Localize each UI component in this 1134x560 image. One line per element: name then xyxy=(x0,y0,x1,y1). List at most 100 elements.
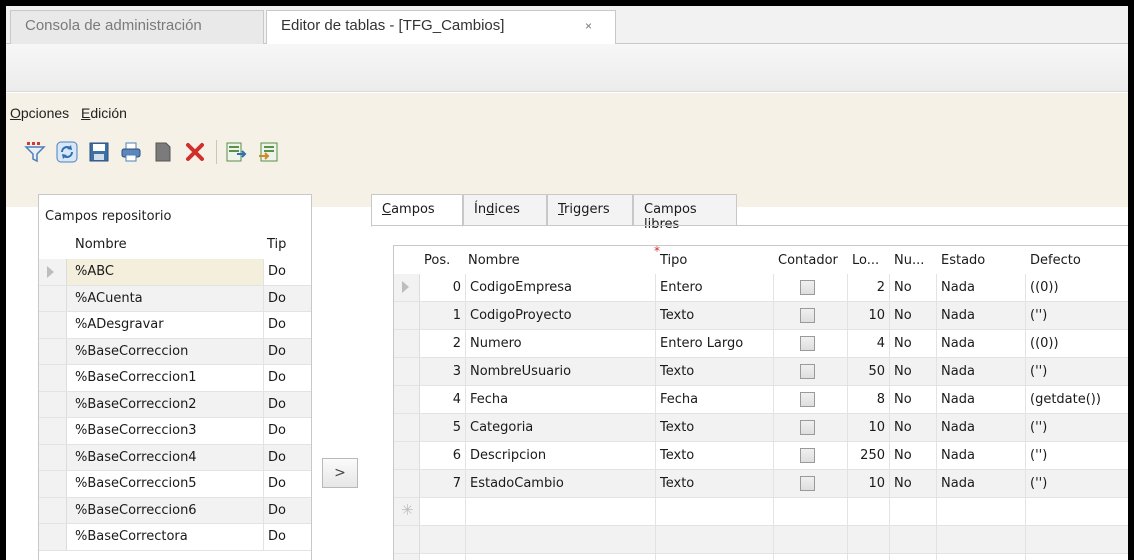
table-row[interactable]: 6 Descripcion Texto 250 No Nada ('') xyxy=(394,442,1128,470)
cell-tipo[interactable]: Fecha xyxy=(656,386,774,413)
save-icon[interactable] xyxy=(86,139,112,165)
contador-checkbox[interactable] xyxy=(800,280,815,295)
cell-estado[interactable]: Nada xyxy=(937,386,1026,413)
cell-pos[interactable]: 5 xyxy=(420,414,466,441)
cell-contador[interactable] xyxy=(774,330,848,357)
cell-defecto[interactable]: (getdate()) xyxy=(1026,386,1128,413)
cell-estado[interactable]: Nada xyxy=(937,302,1026,329)
tab-consola-administracion[interactable]: Consola de administración xyxy=(10,10,264,44)
column-header-tipo[interactable]: Tip xyxy=(267,237,286,252)
column-header-nombre[interactable]: Nombre xyxy=(468,253,520,268)
cell-nombre[interactable]: Fecha xyxy=(466,386,656,413)
cell-nulos[interactable]: No xyxy=(890,274,937,301)
contador-checkbox[interactable] xyxy=(800,364,815,379)
cell-longitud[interactable]: 4 xyxy=(848,330,890,357)
table-row[interactable]: 3 NombreUsuario Texto 50 No Nada ('') xyxy=(394,358,1128,386)
table-row[interactable]: 2 Numero Entero Largo 4 No Nada ((0)) xyxy=(394,330,1128,358)
cell-contador[interactable] xyxy=(774,274,848,301)
cell-longitud[interactable]: 10 xyxy=(848,302,890,329)
cell-nulos[interactable]: No xyxy=(890,358,937,385)
column-header-pos[interactable]: Pos. xyxy=(424,253,450,268)
column-header-nombre[interactable]: Nombre xyxy=(75,237,127,252)
table-row[interactable]: 5 Categoria Texto 10 No Nada ('') xyxy=(394,414,1128,442)
cell-tipo[interactable]: Texto xyxy=(656,414,774,441)
cell-estado[interactable]: Nada xyxy=(937,358,1026,385)
cell-defecto[interactable]: ((0)) xyxy=(1026,330,1128,357)
contador-checkbox[interactable] xyxy=(800,476,815,491)
tab-indices[interactable]: Índices xyxy=(463,194,547,226)
cell-estado[interactable]: Nada xyxy=(937,442,1026,469)
cell-nombre[interactable]: EstadoCambio xyxy=(466,470,656,497)
column-header-estado[interactable]: Estado xyxy=(941,253,985,268)
cell-tipo[interactable]: Texto xyxy=(656,358,774,385)
tab-triggers[interactable]: Triggers xyxy=(547,194,633,226)
cell-tipo[interactable]: Texto xyxy=(656,302,774,329)
cell-contador[interactable] xyxy=(774,386,848,413)
cell-nombre[interactable]: Categoria xyxy=(466,414,656,441)
cell-pos[interactable]: 6 xyxy=(420,442,466,469)
list-item[interactable]: %BaseCorreccion4 Do xyxy=(39,444,311,471)
table-row[interactable]: 0 CodigoEmpresa Entero 2 No Nada ((0)) xyxy=(394,274,1128,302)
new-row[interactable]: ✳ xyxy=(394,498,1128,526)
cell-pos[interactable]: 2 xyxy=(420,330,466,357)
list-item[interactable]: %BaseCorreccion Do xyxy=(39,338,311,365)
contador-checkbox[interactable] xyxy=(800,392,815,407)
cell-contador[interactable] xyxy=(774,470,848,497)
cell-nulos[interactable]: No xyxy=(890,386,937,413)
new-icon[interactable] xyxy=(150,139,176,165)
table-row[interactable]: 1 CodigoProyecto Texto 10 No Nada ('') xyxy=(394,302,1128,330)
cell-defecto[interactable]: ('') xyxy=(1026,442,1128,469)
contador-checkbox[interactable] xyxy=(800,420,815,435)
cell-estado[interactable]: Nada xyxy=(937,414,1026,441)
menu-edicion[interactable]: Edición xyxy=(81,105,127,121)
cell-estado[interactable]: Nada xyxy=(937,274,1026,301)
close-icon[interactable]: × xyxy=(585,11,592,41)
cell-pos[interactable]: 3 xyxy=(420,358,466,385)
cell-pos[interactable]: 0 xyxy=(420,274,466,301)
cell-longitud[interactable]: 250 xyxy=(848,442,890,469)
contador-checkbox[interactable] xyxy=(800,336,815,351)
cell-defecto[interactable]: ('') xyxy=(1026,470,1128,497)
list-item[interactable]: %BaseCorreccion3 Do xyxy=(39,418,311,445)
cell-tipo[interactable]: Entero xyxy=(656,274,774,301)
cell-tipo[interactable]: Texto xyxy=(656,470,774,497)
column-header-contador[interactable]: Contador xyxy=(778,253,838,268)
list-item[interactable]: %BaseCorreccion2 Do xyxy=(39,391,311,418)
table-row[interactable]: 7 EstadoCambio Texto 10 No Nada ('') xyxy=(394,470,1128,498)
cell-pos[interactable]: 1 xyxy=(420,302,466,329)
cell-defecto[interactable]: ('') xyxy=(1026,414,1128,441)
list-item[interactable]: %BaseCorrectora Do xyxy=(39,524,311,551)
cell-nulos[interactable]: No xyxy=(890,442,937,469)
tab-editor-tablas[interactable]: Editor de tablas - [TFG_Cambios] × xyxy=(266,10,616,45)
list-item[interactable]: %ADesgravar Do xyxy=(39,312,311,339)
cell-nombre[interactable]: Descripcion xyxy=(466,442,656,469)
contador-checkbox[interactable] xyxy=(800,308,815,323)
refresh-icon[interactable] xyxy=(54,139,80,165)
menu-opciones[interactable]: Opciones xyxy=(10,105,69,121)
cell-longitud[interactable]: 8 xyxy=(848,386,890,413)
cell-longitud[interactable]: 50 xyxy=(848,358,890,385)
column-header-tipo[interactable]: Tipo xyxy=(660,253,687,268)
cell-estado[interactable]: Nada xyxy=(937,470,1026,497)
cell-nombre[interactable]: Numero xyxy=(466,330,656,357)
delete-icon[interactable] xyxy=(182,139,208,165)
filter-icon[interactable] xyxy=(22,139,48,165)
contador-checkbox[interactable] xyxy=(800,448,815,463)
cell-contador[interactable] xyxy=(774,442,848,469)
list-item[interactable]: %ACuenta Do xyxy=(39,285,311,312)
cell-nombre[interactable]: CodigoProyecto xyxy=(466,302,656,329)
column-header-defecto[interactable]: Defecto xyxy=(1030,253,1081,268)
export-icon[interactable] xyxy=(223,139,249,165)
cell-longitud[interactable]: 10 xyxy=(848,414,890,441)
cell-nulos[interactable]: No xyxy=(890,414,937,441)
import-icon[interactable] xyxy=(255,139,281,165)
cell-longitud[interactable]: 10 xyxy=(848,470,890,497)
list-item[interactable]: %BaseCorreccion1 Do xyxy=(39,365,311,392)
cell-contador[interactable] xyxy=(774,414,848,441)
list-item[interactable]: %BaseCorreccion6 Do xyxy=(39,497,311,524)
cell-defecto[interactable]: ((0)) xyxy=(1026,274,1128,301)
cell-nulos[interactable]: No xyxy=(890,302,937,329)
add-field-button[interactable]: > xyxy=(322,458,358,488)
column-header-nulos[interactable]: Nu... xyxy=(894,253,924,268)
cell-nulos[interactable]: No xyxy=(890,470,937,497)
